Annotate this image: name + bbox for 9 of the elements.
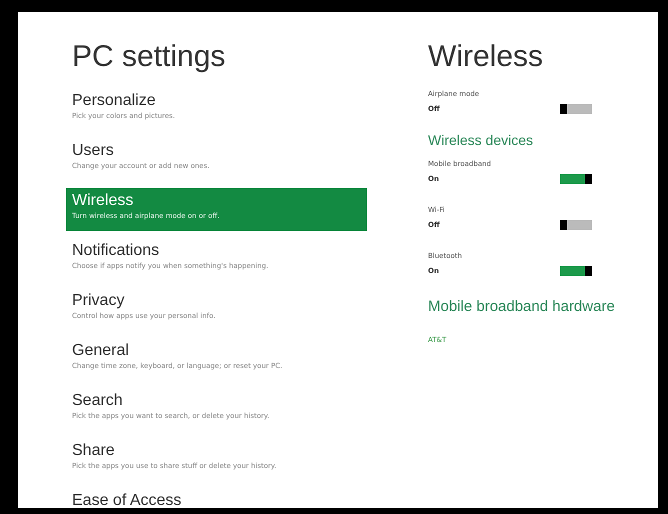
toggle-switch[interactable]	[560, 220, 592, 230]
toggle-switch[interactable]	[560, 266, 592, 276]
toggle-switch[interactable]	[560, 104, 592, 114]
toggle-switch[interactable]	[560, 174, 592, 184]
group-heading: Mobile broadband hardware	[428, 298, 616, 315]
page-title: PC settings	[72, 40, 226, 74]
section-title: Wireless	[428, 40, 544, 74]
group-heading: Wireless devices	[428, 132, 534, 148]
settings-category[interactable]: Ease of Access	[66, 488, 367, 508]
